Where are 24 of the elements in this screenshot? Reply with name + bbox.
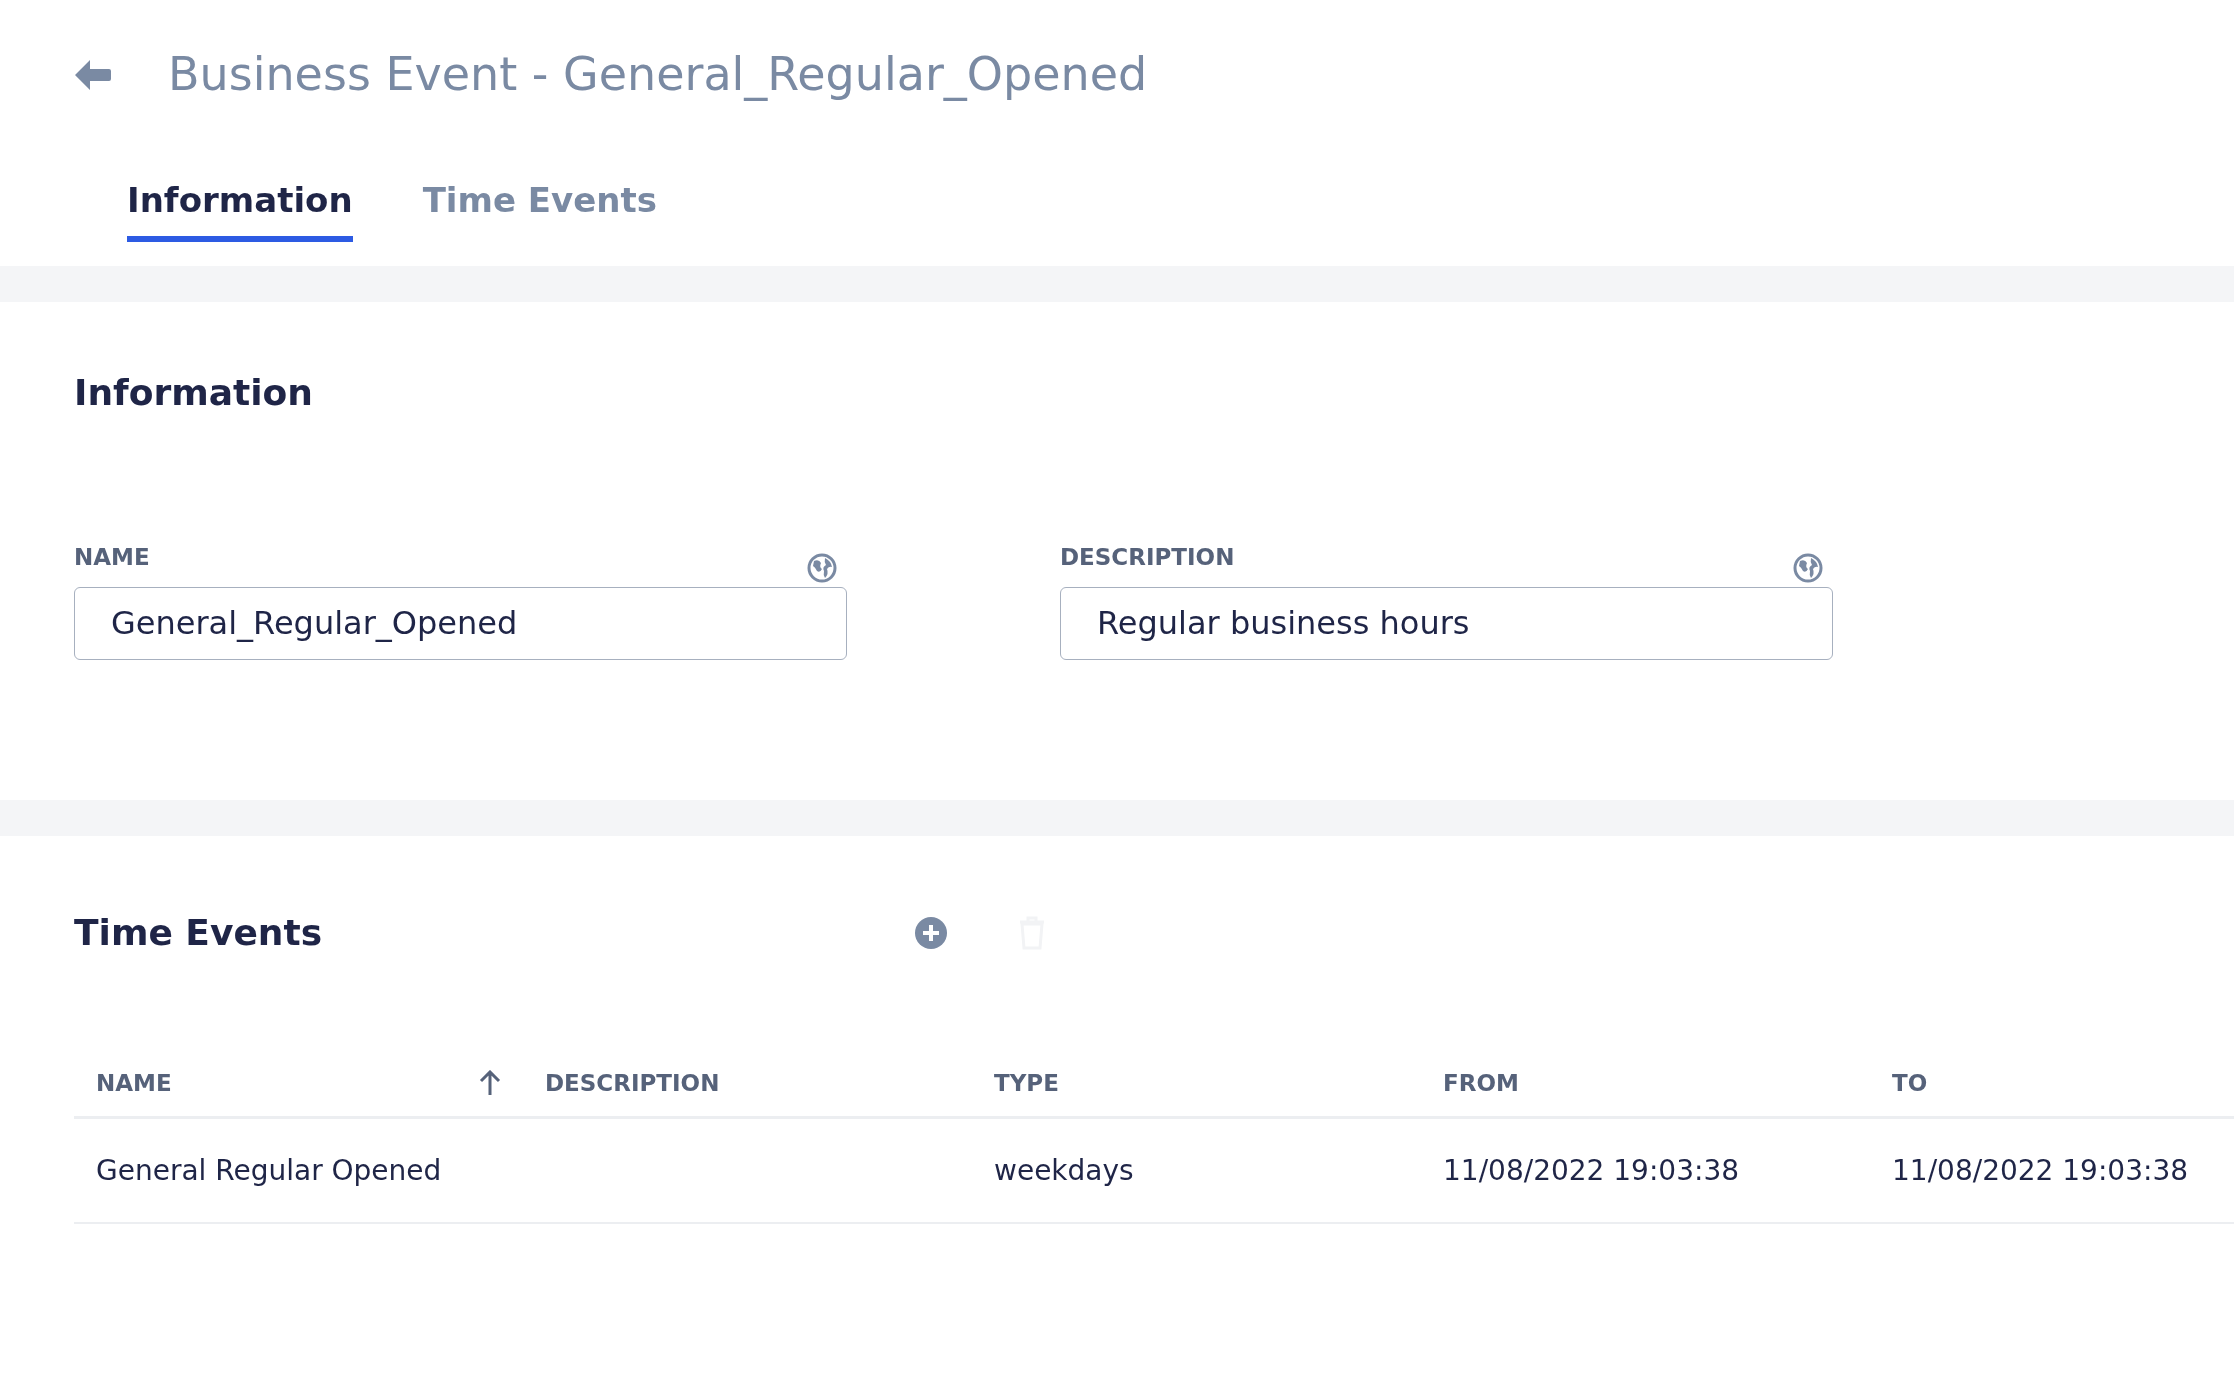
table-cell-text: 11/08/2022 19:03:38 [1891,1152,2190,1189]
field-label: DESCRIPTION [1060,543,1235,572]
add-button[interactable] [914,915,948,950]
tab[interactable]: Information [127,175,353,242]
column-header[interactable]: FROM [1421,1049,1870,1116]
table-cell-text: weekdays [993,1152,1135,1189]
text-field[interactable]: Regular business hours [1060,586,1833,660]
field-label: NAME [74,543,150,572]
column-header[interactable]: NAME [74,1049,523,1116]
column-header[interactable]: TO [1870,1049,2234,1116]
column-header[interactable]: DESCRIPTION [523,1049,972,1116]
column-header[interactable]: TYPE [972,1049,1421,1116]
back-arrow-icon [74,58,112,91]
globe-icon[interactable] [807,552,837,583]
table-cell-text: 11/08/2022 19:03:38 [1442,1152,1741,1189]
text-field[interactable]: General_Regular_Opened [74,586,847,660]
sort-arrow-icon [479,1069,501,1096]
tab[interactable]: Time Events [422,175,657,242]
table-cell-text: General Regular Opened [95,1152,443,1189]
section-heading: Information [74,371,314,415]
globe-icon[interactable] [1793,552,1823,583]
back-button[interactable] [74,58,112,91]
section-heading: Time Events [74,910,324,955]
page-title: Business Event - General_Regular_Opened [168,46,1148,103]
